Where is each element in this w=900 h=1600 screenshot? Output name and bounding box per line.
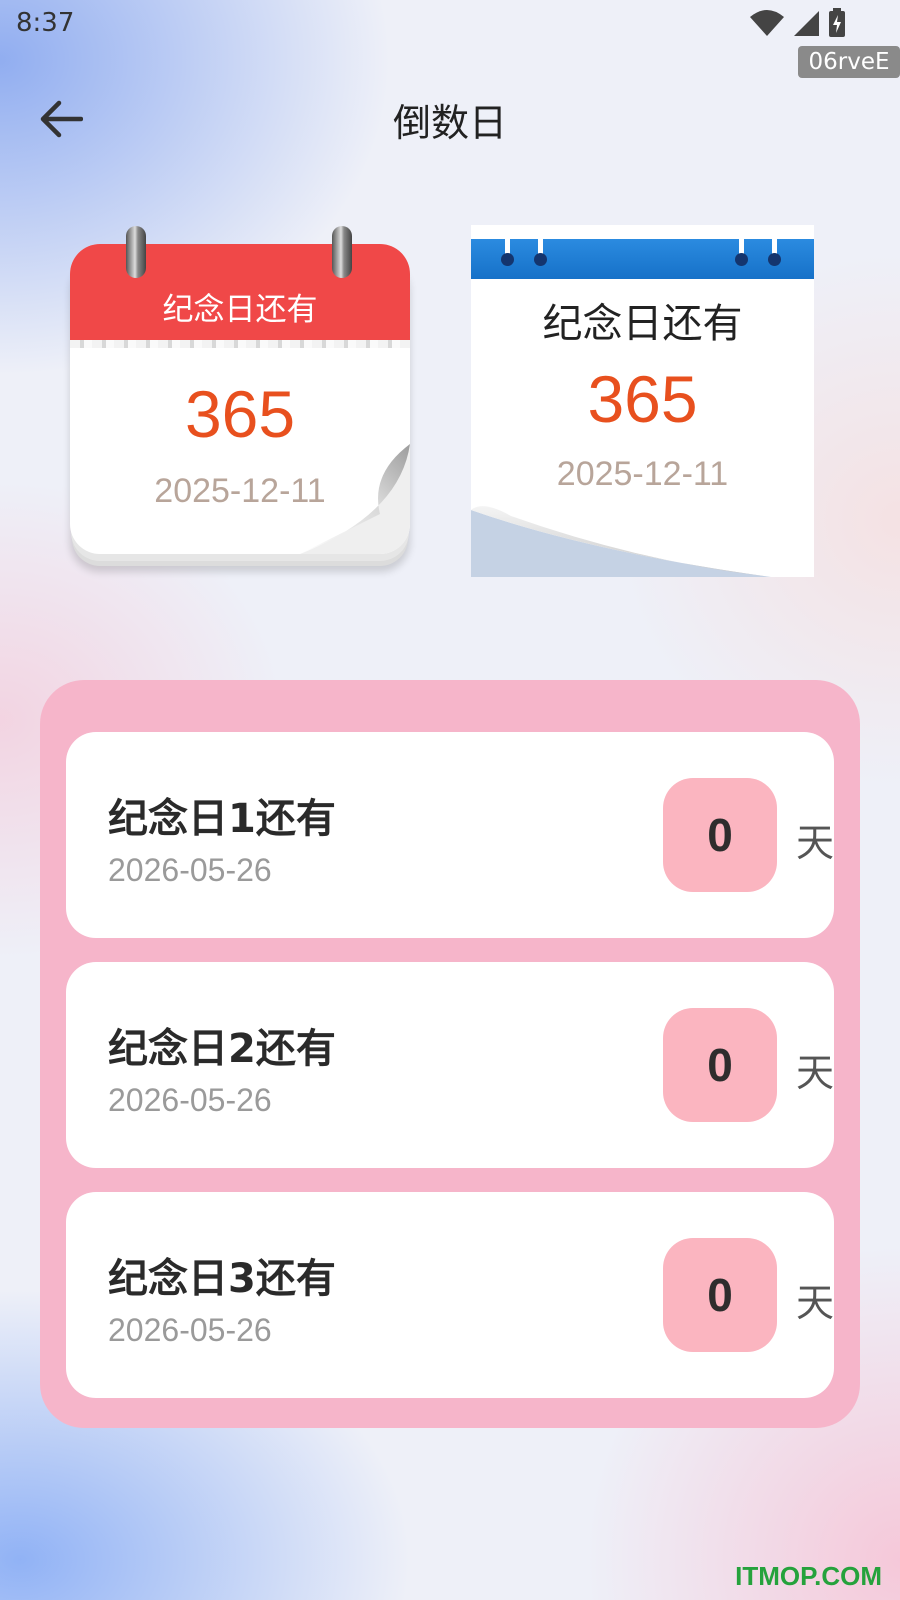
days-unit: 天 <box>796 1051 835 1095</box>
status-time: 8:37 <box>16 8 75 38</box>
device-tag: 06rveE <box>798 46 900 78</box>
countdown-card[interactable]: 纪念日2还有 2026-05-26 0 天 <box>66 962 834 1168</box>
binder-ring <box>332 226 352 278</box>
days-count-badge: 0 <box>663 1238 777 1352</box>
binder-ring <box>501 225 514 269</box>
signal-icon <box>794 11 819 36</box>
battery-icon <box>829 8 845 37</box>
card-title: 纪念日2还有 <box>108 1026 336 1072</box>
calendar-widget-blue[interactable]: 纪念日还有 365 2025-12-11 <box>471 225 814 577</box>
calendar-page: 纪念日还有 365 2025-12-11 <box>70 244 410 554</box>
countdown-card[interactable]: 纪念日3还有 2026-05-26 0 天 <box>66 1192 834 1398</box>
calendar-header <box>471 239 814 279</box>
widget-label: 纪念日还有 <box>542 301 743 347</box>
days-count-badge: 0 <box>663 1008 777 1122</box>
binder-ring <box>768 225 781 269</box>
binder-ring <box>735 225 748 269</box>
status-icons <box>750 8 846 38</box>
widget-days: 365 <box>587 362 698 436</box>
countdown-list-panel: 纪念日1还有 2026-05-26 0 天 纪念日2还有 2026-05-26 … <box>40 680 860 1428</box>
card-title: 纪念日3还有 <box>108 1256 336 1302</box>
binder-ring <box>126 226 146 278</box>
days-unit: 天 <box>796 821 835 865</box>
calendar-widget-red[interactable]: 纪念日还有 365 2025-12-11 <box>68 226 413 576</box>
card-date: 2026-05-26 <box>108 1082 272 1118</box>
binder-ring <box>534 225 547 269</box>
widget-days: 365 <box>184 377 296 451</box>
wifi-icon <box>750 10 784 36</box>
days-unit: 天 <box>796 1281 835 1325</box>
card-date: 2026-05-26 <box>108 1312 272 1348</box>
watermark: ITMOP.COM <box>735 1561 882 1591</box>
card-title: 纪念日1还有 <box>108 796 336 842</box>
page-curl-icon <box>471 506 771 577</box>
page-curl-icon <box>300 444 410 554</box>
days-count-badge: 0 <box>663 778 777 892</box>
card-date: 2026-05-26 <box>108 852 272 888</box>
widget-label: 纪念日还有 <box>162 292 318 328</box>
countdown-card[interactable]: 纪念日1还有 2026-05-26 0 天 <box>66 732 834 938</box>
page-title: 倒数日 <box>392 101 507 145</box>
